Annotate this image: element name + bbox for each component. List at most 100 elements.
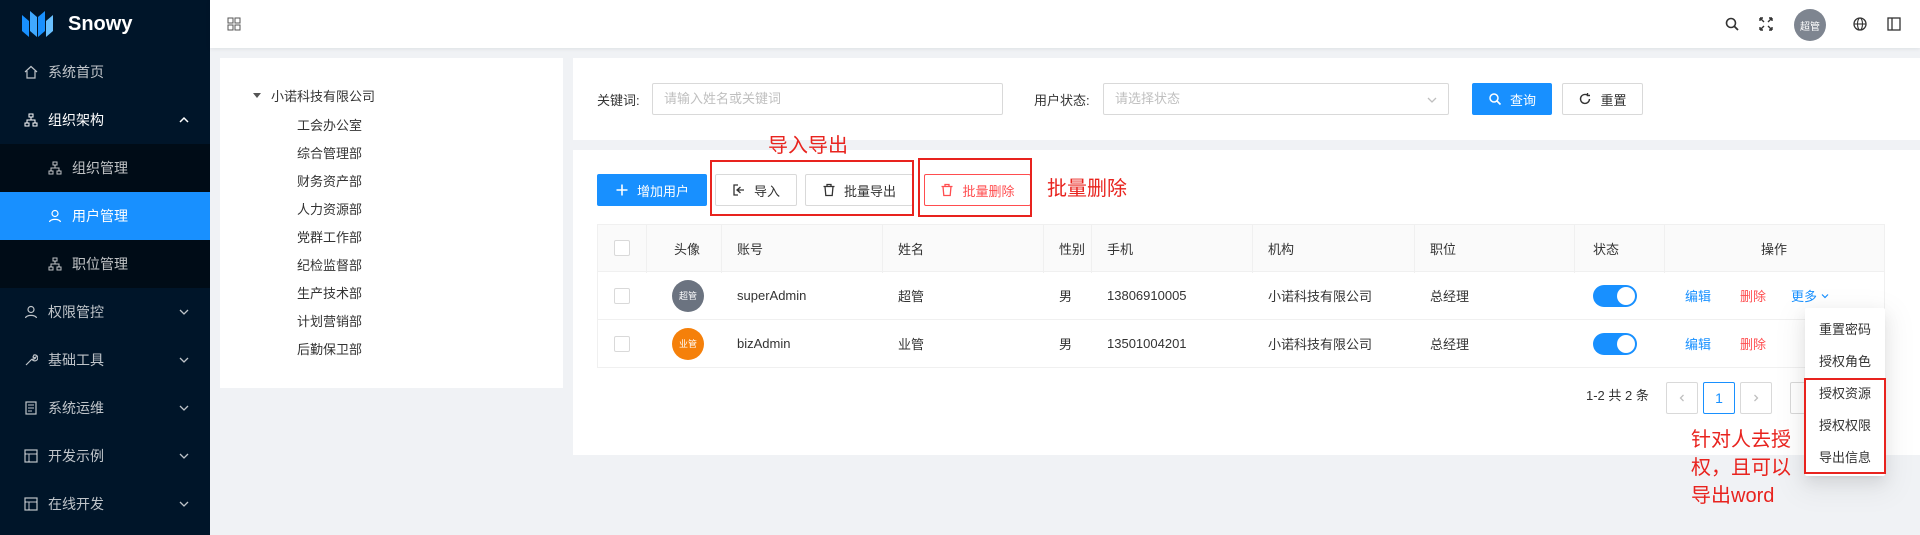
sidebar-item-label: 权限管控: [48, 304, 104, 320]
sidebar-item-online-dev[interactable]: 在线开发: [0, 480, 210, 528]
header-status: 状态: [1593, 241, 1620, 257]
cell-name: 超管: [898, 289, 925, 304]
cell-position: 总经理: [1430, 289, 1470, 304]
org-submenu: 组织管理 用户管理 职位管理: [0, 144, 210, 288]
chevron-down-icon: [179, 501, 189, 507]
sidebar-item-org-manage[interactable]: 组织管理: [0, 144, 210, 192]
sidebar-item-tools[interactable]: 基础工具: [0, 336, 210, 384]
edit-link[interactable]: 编辑: [1685, 272, 1711, 319]
keyword-input[interactable]: 请输入姓名或关键词: [652, 83, 1003, 115]
org-icon: [48, 161, 62, 175]
more-label: 更多: [1791, 289, 1818, 304]
avatar-text: 业管: [678, 339, 697, 349]
status-placeholder: 请选择状态: [1115, 91, 1181, 106]
tool-icon: [24, 353, 38, 367]
add-user-label: 增加用户: [636, 183, 689, 199]
tree-node[interactable]: 生产技术部: [297, 283, 362, 302]
tree-node[interactable]: 纪检监督部: [297, 255, 362, 274]
chevron-up-icon: [179, 116, 189, 123]
tree-root-node[interactable]: 小诺科技有限公司: [253, 86, 375, 105]
sidebar-item-org[interactable]: 组织架构: [0, 96, 210, 144]
sidebar-item-home[interactable]: 系统首页: [0, 48, 210, 96]
next-page-button[interactable]: [1740, 382, 1772, 414]
sidebar-item-position-manage[interactable]: 职位管理: [0, 240, 210, 288]
plus-icon: [615, 183, 629, 197]
tree-node[interactable]: 后勤保卫部: [297, 339, 362, 358]
chevron-down-icon: [1427, 97, 1437, 103]
status-select[interactable]: 请选择状态: [1103, 83, 1449, 115]
reset-button[interactable]: 重置: [1562, 83, 1643, 115]
globe-icon[interactable]: [1852, 16, 1868, 32]
sidebar-item-ops[interactable]: 系统运维: [0, 384, 210, 432]
row-checkbox[interactable]: [614, 335, 630, 352]
annotation-batch-delete: 批量删除: [1047, 178, 1127, 200]
tree-node[interactable]: 综合管理部: [297, 143, 362, 162]
tree-node[interactable]: 人力资源部: [297, 199, 362, 218]
add-user-button[interactable]: 增加用户: [597, 174, 707, 206]
delete-link[interactable]: 删除: [1740, 272, 1766, 319]
annotation-box-batch-delete: [918, 158, 1032, 217]
status-toggle[interactable]: [1593, 332, 1637, 355]
select-all-checkbox[interactable]: [614, 240, 630, 256]
cell-account: bizAdmin: [737, 336, 791, 351]
status-label: 用户状态:: [1034, 93, 1090, 108]
edit-link[interactable]: 编辑: [1685, 320, 1711, 367]
caret-down-icon[interactable]: [253, 93, 261, 98]
sidebar-item-user-manage[interactable]: 用户管理: [0, 192, 210, 240]
chevron-down-icon: [179, 453, 189, 459]
chevron-down-icon: [179, 309, 189, 315]
annotation-import-export: 导入导出: [768, 135, 848, 157]
layout-setting-icon[interactable]: [1886, 16, 1902, 32]
table-row: 超管 superAdmin 超管 男 13806910005 小诺科技有限公司 …: [597, 272, 1885, 320]
search-icon[interactable]: [1724, 16, 1740, 32]
home-icon: [24, 65, 38, 79]
header-actions: 操作: [1761, 241, 1788, 257]
header-gender: 性别: [1059, 241, 1086, 257]
tree-node[interactable]: 党群工作部: [297, 227, 362, 246]
delete-link[interactable]: 删除: [1740, 320, 1766, 367]
tree-node[interactable]: 工会办公室: [297, 115, 362, 134]
query-label: 查询: [1509, 92, 1536, 108]
reload-icon: [1578, 92, 1592, 106]
cell-name: 业管: [898, 337, 925, 352]
chevron-down-icon: [179, 357, 189, 363]
cell-phone: 13501004201: [1107, 336, 1187, 351]
chevron-down-icon: [179, 405, 189, 411]
pagination-summary: 1-2 共 2 条: [1586, 388, 1649, 403]
cell-org: 小诺科技有限公司: [1268, 289, 1373, 304]
header-name: 姓名: [898, 241, 925, 257]
page-button[interactable]: 1: [1703, 382, 1735, 414]
header-phone: 手机: [1107, 241, 1134, 257]
cell-gender: 男: [1059, 337, 1073, 352]
layout-icon: [24, 449, 38, 463]
sidebar: Snowy 系统首页 组织架构 组织管理 用户管理 职位管理 权限管控 基础工具: [0, 0, 210, 535]
sidebar-item-examples[interactable]: 开发示例: [0, 432, 210, 480]
sidebar-item-label: 组织管理: [72, 160, 128, 176]
chevron-down-icon: [1821, 293, 1829, 298]
sidebar-item-permission[interactable]: 权限管控: [0, 288, 210, 336]
query-button[interactable]: 查询: [1472, 83, 1552, 115]
menu-item-grant-role[interactable]: 授权角色: [1805, 344, 1885, 376]
tree-node[interactable]: 财务资产部: [297, 171, 362, 190]
search-icon: [1488, 92, 1502, 106]
org-icon: [48, 257, 62, 271]
user-avatar[interactable]: 超管: [1794, 9, 1826, 41]
app-grid-icon[interactable]: [226, 16, 242, 32]
cell-org: 小诺科技有限公司: [1268, 337, 1373, 352]
chevron-right-icon: [1754, 394, 1759, 402]
status-toggle[interactable]: [1593, 284, 1637, 307]
app-name: Snowy: [68, 12, 133, 35]
menu-item-reset-password[interactable]: 重置密码: [1805, 312, 1885, 344]
tree-node[interactable]: 计划营销部: [297, 311, 362, 330]
row-checkbox[interactable]: [614, 287, 630, 304]
sidebar-item-label: 系统运维: [48, 400, 104, 416]
fullscreen-icon[interactable]: [1758, 16, 1774, 32]
prev-page-button[interactable]: [1666, 382, 1698, 414]
tree-root-label: 小诺科技有限公司: [271, 89, 376, 104]
cell-phone: 13806910005: [1107, 288, 1187, 303]
annotation-box-import-export: [710, 160, 914, 216]
top-header: 超管: [210, 0, 1920, 48]
header-account: 账号: [737, 241, 764, 257]
logo: Snowy: [0, 0, 210, 48]
avatar: 业管: [672, 327, 704, 360]
